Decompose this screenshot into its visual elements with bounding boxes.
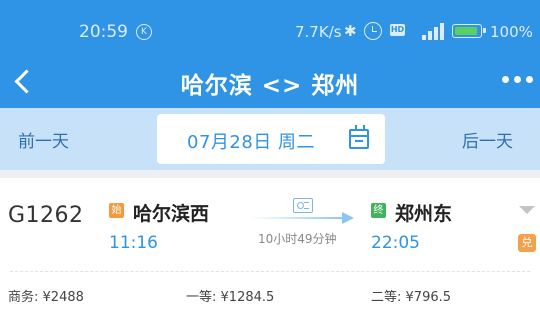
train-card[interactable]: G1262 始 哈尔滨西 11:16 10小时49分钟 终 郑州东 22:05 … [0,178,540,320]
seat-business: 商务: ¥2488 [8,286,84,305]
date-bar: 前一天 07月28日 周二 后一天 [0,108,540,170]
expand-arrow-icon[interactable] [519,206,535,214]
departure-time: 11:16 [109,233,158,253]
status-time: 20:59 [79,22,128,42]
title-bar: 哈尔滨 <> 郑州 [0,58,540,108]
seat-second-class: 二等: ¥796.5 [371,286,451,305]
arrival-station: 郑州东 [395,203,453,225]
battery-icon [452,24,486,38]
seat-class-label: 二等: [371,290,402,305]
ride-tag: 兑 [518,234,536,252]
card-divider [10,271,530,272]
id-card-icon [293,198,313,213]
seat-price: ¥1284.5 [220,290,275,305]
network-speed: 7.7K/s [295,23,342,41]
hd-icon: HD [390,24,405,36]
seat-class-label: 一等: [186,290,217,305]
battery-percent: 100% [490,23,533,41]
arrival-time: 22:05 [371,233,420,253]
seat-class-label: 商务: [8,290,39,305]
status-bar: 20:59 K 7.7K/s ✱ HD 100% [0,0,540,58]
page-title: 哈尔滨 <> 郑州 [180,73,360,99]
seat-price: ¥2488 [42,290,84,305]
more-dots-icon[interactable] [498,68,538,92]
seat-price: ¥796.5 [405,290,452,305]
date-picker[interactable]: 07月28日 周二 [157,114,385,164]
prev-day-button[interactable]: 前一天 [18,127,69,152]
alarm-icon [364,22,382,40]
terminal-badge: 终 [371,203,386,218]
calendar-icon [349,125,369,149]
signal-icon [412,22,444,40]
route-arrow-line [250,217,346,219]
notification-k-icon: K [136,24,152,40]
date-text: 07月28日 周二 [187,132,316,153]
trip-duration: 10小时49分钟 [258,232,337,246]
departure-station: 哈尔滨西 [133,203,210,225]
origin-badge: 始 [109,203,124,218]
seat-first-class: 一等: ¥1284.5 [186,286,274,305]
bluetooth-icon: ✱ [344,22,357,40]
train-number: G1262 [8,203,84,228]
next-day-button[interactable]: 后一天 [462,127,513,152]
route-arrow-icon [342,212,354,224]
